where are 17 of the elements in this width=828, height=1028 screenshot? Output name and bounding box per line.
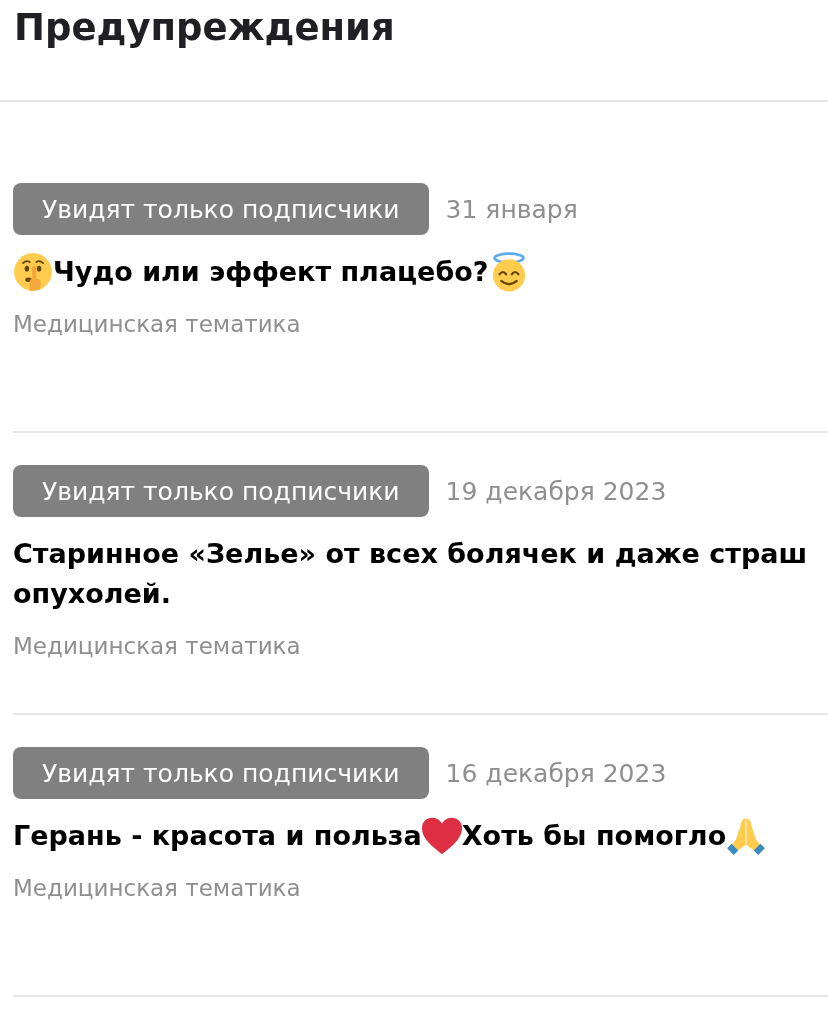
post-date: 19 декабря 2023 [445, 476, 667, 506]
page-title: Предупреждения [14, 5, 395, 51]
post-topic: Медицинская тематика [13, 310, 302, 339]
praying-hands-icon [726, 816, 767, 856]
post-topic: Медицинская тематика [13, 874, 302, 903]
post-topic: Медицинская тематика [13, 632, 302, 661]
visibility-badge: Увидят только подписчики [13, 747, 429, 799]
post-date: 31 января [445, 194, 578, 224]
post-title: Герань - красота и польза [13, 819, 422, 853]
post-title: Старинное «Зелье» от всех болячек и даже страш опухолей. [13, 537, 808, 611]
post-title: Чудо или эффект плацебо? [53, 255, 489, 289]
post-date: 16 декабря 2023 [445, 758, 667, 788]
visibility-badge: Увидят только подписчики [13, 465, 429, 517]
shushing-face-icon [13, 252, 53, 292]
visibility-badge: Увидят только подписчики [13, 183, 429, 235]
heart-icon [421, 816, 462, 856]
post-title: Хоть бы помогло [461, 819, 727, 853]
